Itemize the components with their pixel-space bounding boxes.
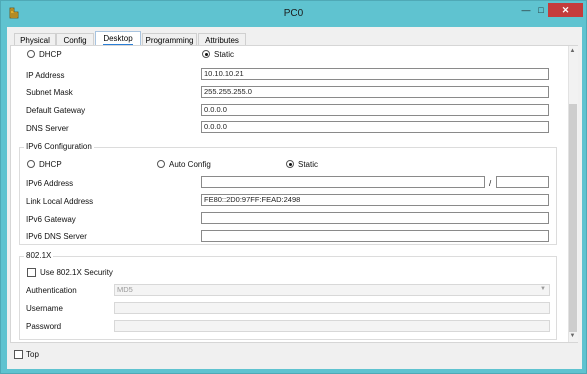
tab-label: Programming [145,36,194,45]
authentication-select[interactable]: MD5 [114,284,550,296]
ipv6-dhcp-radio[interactable] [27,160,35,168]
subnet-mask-label: Subnet Mask [26,88,73,97]
authentication-label: Authentication [26,286,77,295]
ipv6-address-label: IPv6 Address [26,179,74,188]
ipv6-dns-input[interactable] [201,230,549,242]
ipv6-dns-label: IPv6 DNS Server [26,232,87,241]
scroll-down-icon[interactable]: ▼ [568,332,577,341]
ipv4-static-radio[interactable] [202,50,210,58]
dot1x-group-title: 802.1X [24,251,54,260]
tab-label: Physical [20,36,50,45]
subnet-mask-input[interactable]: 255.255.255.0 [201,86,549,98]
link-local-label: Link Local Address [26,197,94,206]
default-gateway-label: Default Gateway [26,106,86,115]
username-label: Username [26,304,63,313]
title-bar[interactable]: PC0 — □ ✕ [1,1,586,28]
ipv6-dhcp-label: DHCP [39,160,62,169]
prefix-separator: / [489,179,492,188]
ipv6-static-label: Static [298,160,319,169]
ipv6-gateway-input[interactable] [201,212,549,224]
scroll-up-icon[interactable]: ▲ [568,47,577,56]
ip-address-input[interactable]: 10.10.10.21 [201,68,549,80]
ipv4-dhcp-radio[interactable] [27,50,35,58]
password-label: Password [26,322,62,331]
password-input[interactable] [114,320,550,332]
scrollbar-thumb[interactable] [569,104,577,332]
ip-address-label: IP Address [26,71,65,80]
dns-server-label: DNS Server [26,124,69,133]
window-title: PC0 [283,8,304,19]
top-checkbox[interactable] [14,350,23,359]
ipv6-gateway-label: IPv6 Gateway [26,215,76,224]
ipv6-auto-config-radio[interactable] [157,160,165,168]
minimize-button[interactable]: — [517,3,535,17]
username-input[interactable] [114,302,550,314]
link-local-input[interactable]: FE80::2D0:97FF:FEAD:2498 [201,194,549,206]
dns-server-input[interactable]: 0.0.0.0 [201,121,549,133]
ipv6-address-input[interactable] [201,176,485,188]
chevron-down-icon: ▼ [540,286,546,292]
ipv6-static-radio[interactable] [286,160,294,168]
use-8021x-checkbox[interactable] [27,268,36,277]
tab-desktop[interactable]: Desktop [95,31,141,46]
ipv6-group-title: IPv6 Configuration [24,142,94,151]
tab-label: Config [63,36,87,45]
desktop-ip-config-panel: DHCP Static IP Address 10.10.10.21 Subne… [10,45,578,343]
maximize-button[interactable]: □ [535,3,547,17]
client-area: Physical Config Desktop Programming Attr… [7,27,582,369]
ipv6-auto-config-label: Auto Config [169,160,211,169]
close-button[interactable]: ✕ [548,3,583,17]
ipv4-dhcp-label: DHCP [39,50,62,59]
default-gateway-input[interactable]: 0.0.0.0 [201,104,549,116]
app-window: PC0 — □ ✕ Physical Config Desktop Progra… [0,0,587,374]
ipv4-static-label: Static [214,50,235,59]
top-label: Top [26,350,39,359]
ipv6-prefix-input[interactable] [496,176,549,188]
tab-label: Attributes [205,36,239,45]
use-8021x-label: Use 802.1X Security [40,268,113,277]
